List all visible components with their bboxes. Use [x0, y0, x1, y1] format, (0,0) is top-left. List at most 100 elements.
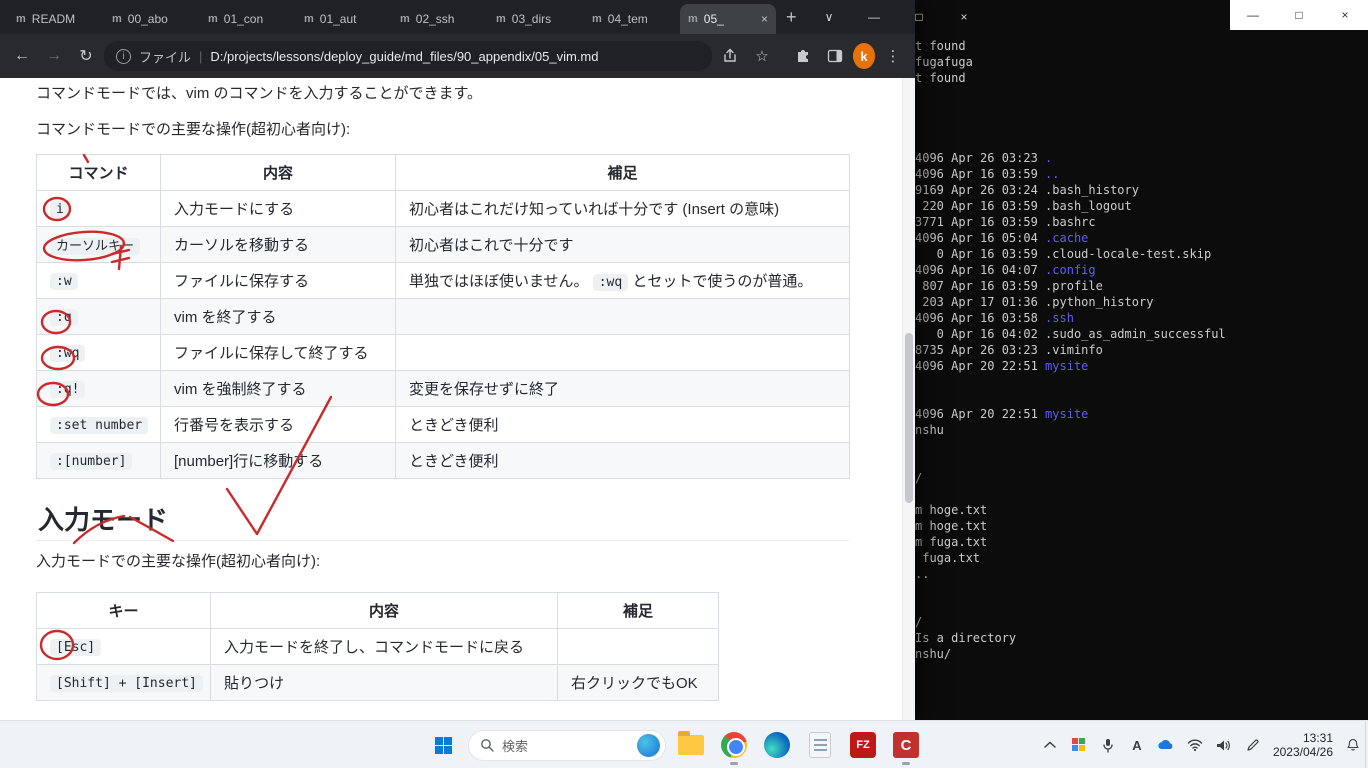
- wifi-icon[interactable]: [1186, 736, 1204, 754]
- terminal-line: nshu/: [915, 647, 952, 661]
- tab-label: READM: [31, 12, 76, 26]
- note-cell: 変更を保存せずに終了: [395, 370, 850, 407]
- start-button[interactable]: [425, 723, 461, 767]
- side-panel-icon[interactable]: [821, 42, 849, 70]
- description-cell: 貼りつけ: [210, 664, 558, 701]
- command-cell: :wq: [36, 334, 161, 371]
- description-cell: ファイルに保存して終了する: [160, 334, 396, 371]
- taskbar-chrome[interactable]: [716, 723, 752, 767]
- taskbar-filezilla[interactable]: FZ: [845, 723, 881, 767]
- terminal-line: m hoge.txt: [915, 519, 988, 533]
- hidden-icons-chevron[interactable]: [1041, 736, 1059, 754]
- command-cell: カーソルキー: [36, 226, 161, 263]
- share-icon[interactable]: [716, 42, 744, 70]
- browser-minimize-button[interactable]: —: [852, 0, 897, 34]
- terminal-line: 4096 Apr 16 03:59 ..: [915, 167, 1060, 181]
- tab-close-icon[interactable]: ×: [761, 12, 768, 26]
- description-cell: vim を強制終了する: [160, 370, 396, 407]
- page-info-icon[interactable]: i: [116, 48, 131, 64]
- markdown-file-icon: m: [400, 13, 410, 25]
- taskbar-center-group: 検索 FZ C: [425, 721, 924, 768]
- taskbar-notes-app[interactable]: [802, 723, 838, 767]
- tab-label: 01_con: [223, 12, 264, 26]
- browser-tab-00_abo[interactable]: m 00_abo: [104, 4, 200, 34]
- terminal-line: 3771 Apr 16 03:59 .bashrc: [915, 215, 1096, 229]
- url-scheme-label: ファイル: [139, 49, 192, 65]
- browser-menu-icon[interactable]: ⋮: [879, 42, 907, 70]
- terminal-maximize-button[interactable]: □: [1276, 0, 1322, 30]
- new-tab-button[interactable]: +: [776, 7, 807, 28]
- browser-tab-02_ssh[interactable]: m 02_ssh: [392, 4, 488, 34]
- browser-tab-01_aut[interactable]: m 01_aut: [296, 4, 392, 34]
- profile-avatar[interactable]: k: [853, 43, 875, 69]
- notification-bell-icon[interactable]: [1344, 736, 1362, 754]
- taskbar-app-c[interactable]: C: [888, 723, 924, 767]
- search-placeholder: 検索: [502, 738, 529, 754]
- terminal-line: /: [915, 471, 923, 485]
- url-divider: |: [199, 48, 203, 64]
- forward-button[interactable]: →: [40, 42, 68, 70]
- browser-tab-01_con[interactable]: m 01_con: [200, 4, 296, 34]
- browser-window-controls: ∨ — □ ×: [807, 0, 987, 34]
- table-row: [Shift] + [Insert] 貼りつけ 右クリックでもOK: [36, 664, 719, 701]
- inline-code: :wq: [592, 274, 629, 291]
- browser-tab-05_[interactable]: m 05_ ×: [680, 4, 776, 34]
- back-button[interactable]: ←: [8, 42, 36, 70]
- table-header-row: キー 内容 補足: [36, 592, 719, 629]
- filezilla-icon: FZ: [850, 732, 876, 758]
- taskbar-edge[interactable]: [759, 723, 795, 767]
- command-cell: :q!: [36, 370, 161, 407]
- markdown-file-icon: m: [304, 13, 314, 25]
- browser-tab-03_dirs[interactable]: m 03_dirs: [488, 4, 584, 34]
- description-cell: カーソルを移動する: [160, 226, 396, 263]
- note-cell: 初心者はこれで十分です: [395, 226, 850, 263]
- terminal-minimize-button[interactable]: —: [1230, 0, 1276, 30]
- colored-grid-icon[interactable]: [1070, 736, 1088, 754]
- terminal-line: t found: [915, 39, 966, 53]
- terminal-line: 220 Apr 16 03:59 .bash_logout: [915, 199, 1132, 213]
- description-cell: 入力モードを終了し、コマンドモードに戻る: [210, 628, 558, 665]
- taskbar-search[interactable]: 検索: [468, 729, 666, 761]
- browser-tab-READM[interactable]: m READM: [8, 4, 104, 34]
- clock-date: 2023/04/26: [1272, 745, 1333, 759]
- taskbar-clock[interactable]: 13:31 2023/04/26: [1273, 731, 1333, 759]
- note-cell: ときどき便利: [395, 406, 850, 443]
- table-row: :q vim を終了する: [36, 298, 850, 335]
- extensions-puzzle-icon[interactable]: [789, 42, 817, 70]
- url-bar[interactable]: i ファイル | D:/projects/lessons/deploy_guid…: [104, 41, 712, 71]
- table-row: :wq ファイルに保存して終了する: [36, 334, 850, 371]
- ime-indicator[interactable]: A: [1128, 736, 1146, 754]
- scrollbar-thumb[interactable]: [905, 333, 913, 503]
- reload-button[interactable]: ↻: [72, 42, 100, 70]
- browser-close-button[interactable]: ×: [942, 0, 987, 34]
- inline-code: :w: [50, 273, 78, 290]
- browser-maximize-button[interactable]: □: [897, 0, 942, 34]
- markdown-file-icon: m: [592, 13, 602, 25]
- page-scrollbar[interactable]: [902, 78, 915, 720]
- onedrive-cloud-icon[interactable]: [1157, 736, 1175, 754]
- bookmark-star-icon[interactable]: ☆: [748, 42, 776, 70]
- inline-code: [Shift] + [Insert]: [50, 675, 203, 692]
- taskbar-file-explorer[interactable]: [673, 723, 709, 767]
- tab-search-chevron-icon[interactable]: ∨: [807, 0, 852, 34]
- command-cell: :set number: [36, 406, 161, 443]
- microphone-icon[interactable]: [1099, 736, 1117, 754]
- tab-label: 03_dirs: [511, 12, 552, 26]
- note-cell: [395, 298, 850, 335]
- terminal-line: 9169 Apr 26 03:24 .bash_history: [915, 183, 1139, 197]
- table-header-cell: 内容: [160, 154, 396, 191]
- markdown-file-icon: m: [112, 13, 122, 25]
- table-row: カーソルキー カーソルを移動する 初心者はこれで十分です: [36, 226, 850, 263]
- search-icon: [481, 739, 494, 752]
- pen-icon[interactable]: [1244, 736, 1262, 754]
- browser-tab-04_tem[interactable]: m 04_tem: [584, 4, 680, 34]
- terminal-close-button[interactable]: ×: [1322, 0, 1368, 30]
- browser-toolbar: ← → ↻ i ファイル | D:/projects/lessons/deplo…: [0, 34, 915, 78]
- volume-icon[interactable]: [1215, 736, 1233, 754]
- taskbar: 検索 FZ C A 13:31 2023/04/26: [0, 720, 1368, 768]
